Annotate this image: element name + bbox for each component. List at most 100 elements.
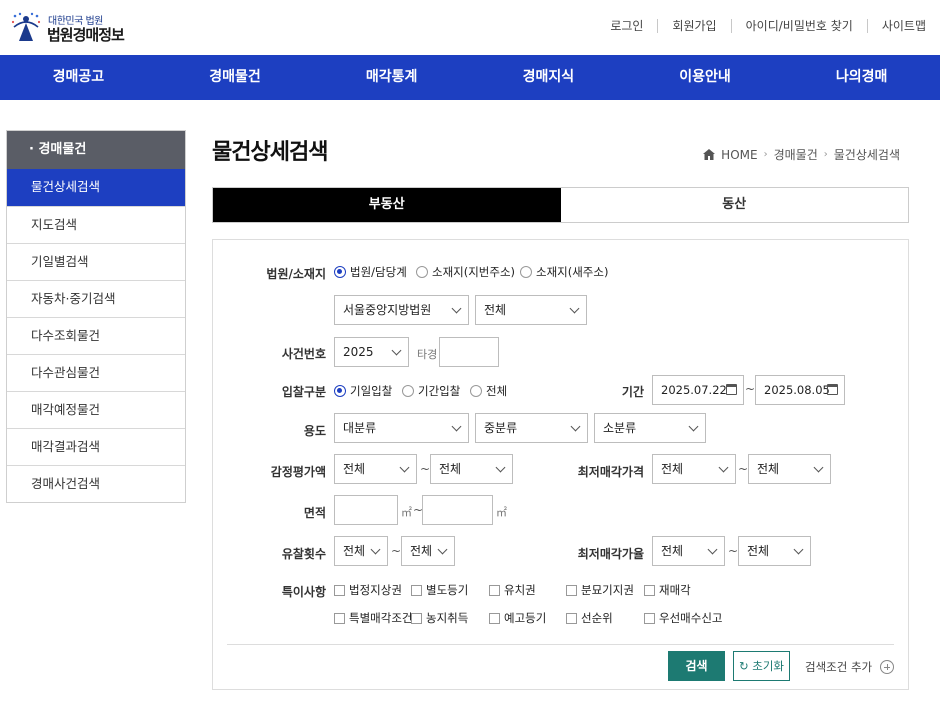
checkbox-special-condition[interactable]: 특별매각조건 [334,610,412,626]
checkbox-icon [334,612,345,624]
find-account-link[interactable]: 아이디/비밀번호 찾기 [730,19,867,33]
sidebar-item-vehicle-search[interactable]: 자동차·중기검색 [7,280,185,317]
nav-sale-stats[interactable]: 매각통계 [313,55,470,100]
checkbox-icon [411,584,422,596]
checkbox-grave-right[interactable]: 분묘기지권 [566,582,634,598]
checkbox-label: 농지취득 [426,611,469,625]
min-rate-to-select[interactable]: 전체 [738,536,811,566]
radio-lot-address[interactable]: 소재지(지번주소) [416,264,515,280]
period-from-value: 2025.07.22 [661,383,727,397]
court-emblem-icon [11,12,41,41]
min-price-from-select[interactable]: 전체 [652,454,736,484]
checkbox-legal-superficies[interactable]: 법정지상권 [334,582,402,598]
checkbox-label: 별도등기 [426,583,469,597]
radio-label: 법원/담당계 [350,265,407,279]
radio-period-bid[interactable]: 기간입찰 [402,383,460,399]
range-tilde: ~ [738,462,749,476]
appraisal-from-select[interactable]: 전체 [334,454,417,484]
area-unit: ㎡ [401,506,412,519]
period-to-date[interactable]: 2025.08.05 [755,375,845,405]
usage-middle-select[interactable]: 중분류 [475,413,588,443]
breadcrumb-home[interactable]: HOME [721,148,757,162]
nav-my-auction[interactable]: 나의경매 [783,55,940,100]
area-to-input[interactable] [422,495,493,525]
checkbox-label: 유치권 [504,583,536,597]
signup-link[interactable]: 회원가입 [657,19,730,33]
checkbox-lien[interactable]: 유치권 [489,582,536,598]
min-price-to-select[interactable]: 전체 [748,454,831,484]
nav-guide[interactable]: 이용안내 [627,55,784,100]
fail-count-from-select[interactable]: 전체 [334,536,388,566]
usage-minor-select[interactable]: 소분류 [594,413,706,443]
sidebar-item-case-search[interactable]: 경매사건검색 [7,465,185,502]
sidebar-item-most-interested[interactable]: 다수관심물건 [7,354,185,391]
court-label: 법원/소재지 [266,267,326,281]
court-select[interactable]: 서울중앙지방법원 [334,295,469,325]
case-year-select[interactable]: 2025 [334,337,409,367]
checkbox-resale[interactable]: 재매각 [644,582,691,598]
reset-button[interactable]: ↻ 초기화 [733,651,790,681]
sidebar-item-most-viewed[interactable]: 다수조회물건 [7,317,185,354]
add-search-condition[interactable]: 검색조건 추가 [805,659,895,675]
checkbox-label: 분묘기지권 [581,583,634,597]
radio-road-address[interactable]: 소재지(새주소) [520,264,608,280]
radio-label: 소재지(새주소) [536,265,609,279]
chevron-down-icon [813,462,824,473]
period-from-date[interactable]: 2025.07.22 [652,375,744,405]
fail-count-to-value: 전체 [410,544,433,558]
usage-major-select[interactable]: 대분류 [334,413,469,443]
chevron-down-icon [399,462,410,473]
chevron-down-icon [451,303,462,314]
sidebar-item-results[interactable]: 매각결과검색 [7,428,185,465]
checkbox-separate-registry[interactable]: 별도등기 [411,582,468,598]
breadcrumb-current: 물건상세검색 [833,148,900,162]
radio-date-bid[interactable]: 기일입찰 [334,383,392,399]
radio-empty-icon [520,266,532,278]
sidebar-item-map-search[interactable]: 지도검색 [7,206,185,243]
tab-real-estate[interactable]: 부동산 [213,188,561,222]
home-icon [703,149,716,160]
search-button[interactable]: 검색 [668,651,725,681]
nav-auction-knowledge[interactable]: 경매지식 [470,55,627,100]
chevron-down-icon [570,421,581,432]
checkbox-senior[interactable]: 선순위 [566,610,613,626]
case-number-input[interactable] [439,337,499,367]
checkbox-icon [644,612,655,624]
fail-count-to-select[interactable]: 전체 [401,536,455,566]
min-rate-from-select[interactable]: 전체 [652,536,725,566]
appraisal-to-select[interactable]: 전체 [430,454,513,484]
chevron-right-icon: › [763,149,768,160]
area-from-input[interactable] [334,495,398,525]
login-link[interactable]: 로그인 [596,19,657,33]
min-price-from-value: 전체 [661,462,684,476]
radio-bid-all[interactable]: 전체 [470,383,507,399]
area-label: 면적 [303,506,326,520]
chevron-down-icon [569,303,580,314]
appraisal-from-value: 전체 [343,462,366,476]
radio-label: 전체 [486,384,508,398]
special-label: 특이사항 [281,585,326,599]
chevron-right-icon: › [823,149,828,160]
checkbox-priority-purchase[interactable]: 우선매수신고 [644,610,722,626]
area-unit: ㎡ [496,506,507,519]
radio-court-dept[interactable]: 법원/담당계 [334,264,407,280]
tab-movable[interactable]: 동산 [561,188,909,222]
nav-auction-notice[interactable]: 경매공고 [0,55,157,100]
calendar-icon[interactable] [726,384,737,395]
nav-auction-items[interactable]: 경매물건 [157,55,314,100]
form-divider [227,644,894,645]
chevron-down-icon [718,462,729,473]
bid-type-label: 입찰구분 [281,385,326,399]
checkbox-icon [566,584,577,596]
checkbox-farmland[interactable]: 농지취득 [411,610,468,626]
item-type-tabs: 부동산 동산 [212,187,909,223]
calendar-icon[interactable] [827,384,838,395]
sidebar-item-detail-search[interactable]: 물건상세검색 [7,169,185,206]
breadcrumb-section[interactable]: 경매물건 [774,146,818,163]
sitemap-link[interactable]: 사이트맵 [866,19,940,33]
dept-select[interactable]: 전체 [475,295,587,325]
sidebar-item-date-search[interactable]: 기일별검색 [7,243,185,280]
site-logo[interactable]: 대한민국 법원 법원경매정보 [10,9,140,45]
sidebar-item-upcoming[interactable]: 매각예정물건 [7,391,185,428]
checkbox-preliminary-registry[interactable]: 예고등기 [489,610,546,626]
